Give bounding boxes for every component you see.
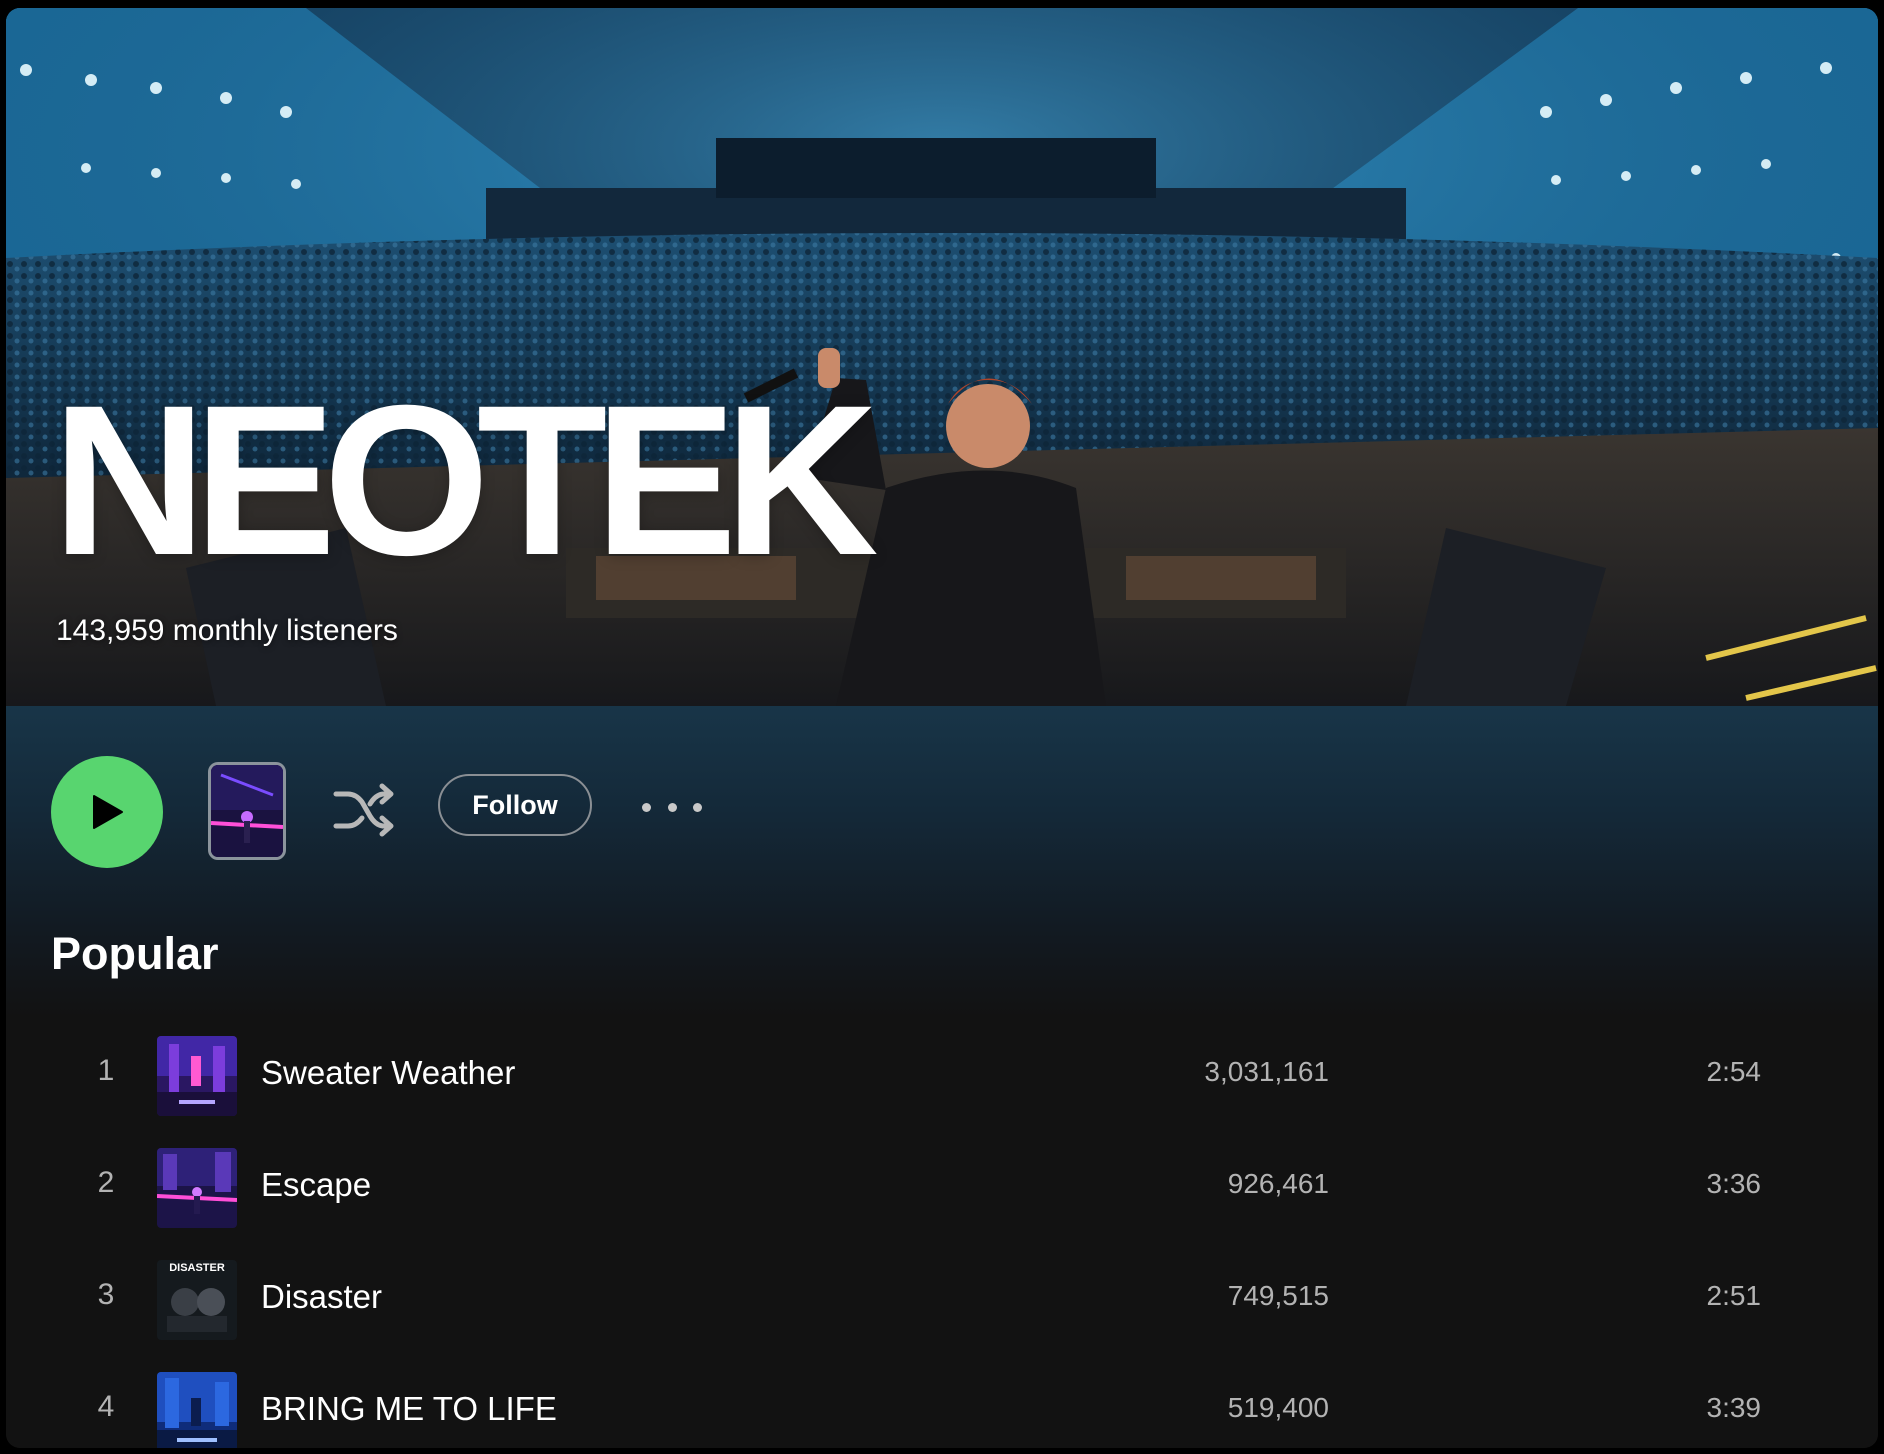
popular-section-title: Popular: [51, 928, 219, 979]
track-duration: 3:39: [1706, 1392, 1762, 1423]
play-icon: [93, 795, 123, 829]
artist-preview-thumbnail[interactable]: [208, 762, 286, 860]
track-index: 1: [97, 1054, 115, 1087]
more-options-icon-dot: [693, 802, 702, 812]
more-options-button[interactable]: [642, 792, 702, 822]
more-options-icon: [642, 802, 651, 812]
track-title[interactable]: Sweater Weather: [261, 1054, 515, 1092]
monthly-listeners: 143,959 monthly listeners: [56, 614, 398, 647]
track-title[interactable]: BRING ME TO LIFE: [261, 1390, 557, 1428]
track-cover: [157, 1148, 237, 1228]
track-cover: DISASTER: [157, 1260, 237, 1340]
artist-page: NEOTEK 143,959 monthly listeners Follow …: [6, 8, 1878, 1448]
track-title[interactable]: Escape: [261, 1166, 371, 1204]
artist-hero-banner: NEOTEK 143,959 monthly listeners: [6, 8, 1878, 706]
track-cover: [157, 1036, 237, 1116]
track-play-count: 749,515: [1227, 1280, 1329, 1311]
track-duration: 3:36: [1706, 1168, 1762, 1199]
album-art: [157, 1148, 237, 1228]
track-index: 3: [97, 1278, 115, 1311]
more-options-icon-dot: [667, 802, 677, 812]
track-duration: 2:54: [1706, 1056, 1762, 1087]
track-index: 2: [97, 1166, 115, 1199]
concert-crowd-image: [6, 8, 1878, 706]
track-title[interactable]: Disaster: [261, 1278, 382, 1316]
album-art: [157, 1036, 237, 1116]
track-row[interactable]: 2 Escape 926,461 3:36: [51, 1138, 1761, 1238]
track-play-count: 3,031,161: [1204, 1056, 1329, 1087]
artist-content: Follow Popular 1 Sweater Weather 3,031,1…: [6, 706, 1878, 1448]
action-bar: Follow: [6, 706, 1878, 906]
preview-artwork: [211, 765, 283, 857]
track-row[interactable]: 3 DISASTER Disaster 749,515 2:51: [51, 1250, 1761, 1350]
shuffle-icon: [333, 783, 394, 837]
artist-name: NEOTEK: [52, 361, 879, 600]
track-play-count: 926,461: [1227, 1168, 1329, 1199]
track-duration: 2:51: [1706, 1280, 1762, 1311]
album-art: DISASTER: [157, 1260, 237, 1340]
album-art: [157, 1372, 237, 1448]
play-button[interactable]: [51, 756, 163, 868]
track-row[interactable]: 1 Sweater Weather 3,031,161 2:54: [51, 1026, 1761, 1126]
follow-button[interactable]: Follow: [438, 774, 592, 836]
track-index: 4: [97, 1390, 115, 1423]
album-art-title: DISASTER: [169, 1262, 225, 1274]
track-cover: [157, 1372, 237, 1448]
track-row[interactable]: 4 BRING ME TO LIFE 519,400 3:39: [51, 1362, 1761, 1448]
shuffle-button[interactable]: [332, 780, 396, 840]
track-play-count: 519,400: [1227, 1392, 1329, 1423]
